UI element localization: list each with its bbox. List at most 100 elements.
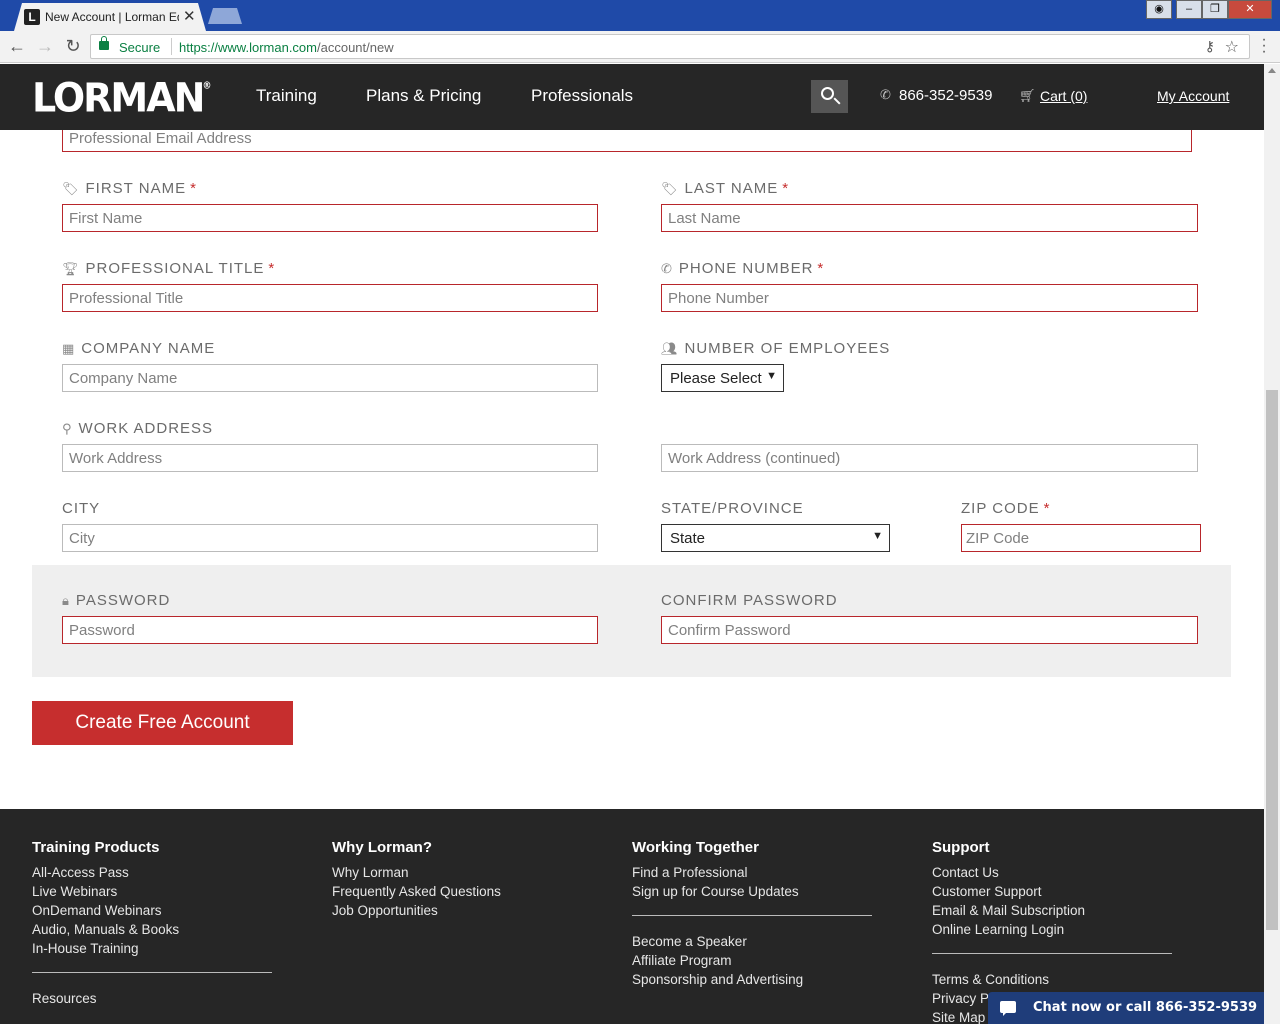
page-viewport: LORMAN ® Training Plans & Pricing Profess… xyxy=(0,64,1264,1024)
users-icon: 👥︎ xyxy=(661,341,679,356)
footer-link[interactable]: Affiliate Program xyxy=(632,951,872,970)
search-button[interactable] xyxy=(811,80,848,113)
footer-link[interactable]: Frequently Asked Questions xyxy=(332,882,501,901)
password-label: 🔒︎ Password xyxy=(62,592,170,609)
required-mark: * xyxy=(268,260,276,277)
chat-widget[interactable]: Chat now or call 866-352-9539 xyxy=(988,992,1264,1024)
reload-icon[interactable]: ↻ xyxy=(62,36,84,57)
footer-link[interactable]: In-House Training xyxy=(32,939,272,958)
required-mark: * xyxy=(817,260,825,277)
cart-icon: 🛒︎ xyxy=(1019,88,1036,103)
scroll-thumb[interactable] xyxy=(1266,390,1278,930)
last-name-label-text: Last Name xyxy=(684,180,779,197)
zip-code-input[interactable] xyxy=(961,524,1201,552)
url-origin: https://www.lorman.com xyxy=(179,40,317,55)
footer-link[interactable]: Audio, Manuals & Books xyxy=(32,920,272,939)
footer-heading: Training Products xyxy=(32,839,160,856)
header-phone[interactable]: 866-352-9539 xyxy=(899,87,992,104)
footer-link[interactable]: Online Learning Login xyxy=(932,920,1172,939)
page-scrollbar[interactable] xyxy=(1264,64,1280,1024)
browser-tab[interactable]: L New Account | Lorman Education Service… xyxy=(14,3,206,31)
footer-link[interactable]: All-Access Pass xyxy=(32,863,272,882)
phone-number-input[interactable] xyxy=(661,284,1198,312)
last-name-input[interactable] xyxy=(661,204,1198,232)
footer-link[interactable]: Job Opportunities xyxy=(332,901,501,920)
footer-link[interactable]: Resources xyxy=(32,989,272,1008)
chevron-down-icon: ▼ xyxy=(766,370,777,382)
footer-link[interactable]: Sign up for Course Updates xyxy=(632,882,872,901)
zip-code-label-text: ZIP Code xyxy=(961,500,1040,517)
cart-link[interactable]: Cart (0) xyxy=(1040,88,1087,104)
key-icon[interactable]: ⚷ xyxy=(1205,38,1215,55)
minimize-icon[interactable]: – xyxy=(1176,0,1202,19)
city-label: City xyxy=(62,500,101,517)
nav-professionals[interactable]: Professionals xyxy=(531,86,633,106)
scroll-up-icon[interactable] xyxy=(1268,68,1276,73)
footer-link[interactable]: OnDemand Webinars xyxy=(32,901,272,920)
footer-heading: Support xyxy=(932,839,990,856)
confirm-password-input[interactable] xyxy=(661,616,1198,644)
restore-icon[interactable]: ❐ xyxy=(1202,0,1228,19)
tab-title: New Account | Lorman Education Services xyxy=(45,10,179,24)
tab-close-icon[interactable]: ✕ xyxy=(183,7,196,25)
lorman-logo[interactable]: LORMAN ® xyxy=(32,74,211,122)
bookmark-star-icon[interactable]: ☆ xyxy=(1225,37,1239,57)
zip-code-label: ZIP Code * xyxy=(961,500,1050,517)
first-name-label: 🏷︎ First Name * xyxy=(62,180,197,197)
phone-icon: ✆ xyxy=(661,261,673,276)
company-name-input[interactable] xyxy=(62,364,598,392)
state-select[interactable]: State ▼ xyxy=(661,524,890,552)
forward-icon[interactable]: → xyxy=(34,36,56,57)
footer-link[interactable]: Sponsorship and Advertising xyxy=(632,970,872,989)
footer-link[interactable]: Live Webinars xyxy=(32,882,272,901)
footer-link[interactable]: Contact Us xyxy=(932,863,1172,882)
window-close-icon[interactable]: ✕ xyxy=(1228,0,1272,19)
footer-link[interactable]: Terms & Conditions xyxy=(932,970,1172,989)
work-address-input[interactable] xyxy=(62,444,598,472)
footer-link[interactable]: Find a Professional xyxy=(632,863,872,882)
my-account-link[interactable]: My Account xyxy=(1157,88,1229,104)
footer-col-working: Working Together Find a Professional Sig… xyxy=(632,839,872,989)
footer-col-why: Why Lorman? Why Lorman Frequently Asked … xyxy=(332,839,501,920)
work-address-continued-input[interactable] xyxy=(661,444,1198,472)
company-name-label-text: Company Name xyxy=(81,340,216,357)
nav-training[interactable]: Training xyxy=(256,86,317,106)
create-account-button[interactable]: Create Free Account xyxy=(32,701,293,745)
footer-link[interactable]: Email & Mail Subscription xyxy=(932,901,1172,920)
nav-plans-pricing[interactable]: Plans & Pricing xyxy=(366,86,481,106)
footer-divider xyxy=(32,972,272,973)
new-tab-button[interactable] xyxy=(208,8,242,24)
user-profile-icon[interactable]: ◉ xyxy=(1146,0,1172,19)
address-bar[interactable]: Secure https://www.lorman.com/account/ne… xyxy=(90,34,1250,59)
search-icon-handle xyxy=(833,97,841,105)
browser-menu-icon[interactable]: · · · xyxy=(1258,32,1270,60)
footer-heading: Why Lorman? xyxy=(332,839,432,856)
browser-titlebar: L New Account | Lorman Education Service… xyxy=(0,0,1280,31)
work-address-label-text: Work Address xyxy=(78,420,214,437)
professional-title-input[interactable] xyxy=(62,284,598,312)
footer-link[interactable]: Customer Support xyxy=(932,882,1172,901)
city-input[interactable] xyxy=(62,524,598,552)
phone-icon: ✆ xyxy=(880,87,891,102)
password-input[interactable] xyxy=(62,616,598,644)
footer-link[interactable]: Why Lorman xyxy=(332,863,501,882)
chat-bubble-icon xyxy=(1000,1001,1016,1016)
password-label-text: Password xyxy=(75,592,171,609)
secure-lock-icon xyxy=(99,36,109,50)
url-text[interactable]: https://www.lorman.com/account/new xyxy=(179,40,394,55)
professional-title-label-text: Professional Title xyxy=(85,260,265,277)
back-icon[interactable]: ← xyxy=(6,36,28,57)
first-name-input[interactable] xyxy=(62,204,598,232)
employees-select[interactable]: Please Select ▼ xyxy=(661,364,784,392)
required-mark: * xyxy=(782,180,790,197)
tab-favicon: L xyxy=(24,9,40,25)
site-header: LORMAN ® Training Plans & Pricing Profess… xyxy=(0,64,1264,130)
url-separator xyxy=(171,38,172,55)
footer-divider xyxy=(932,953,1172,954)
footer-link[interactable]: Become a Speaker xyxy=(632,932,872,951)
footer-col-training: Training Products All-Access Pass Live W… xyxy=(32,839,272,1008)
tag-icon: 🏷︎ xyxy=(62,181,80,196)
company-name-label: ▦ Company Name xyxy=(62,340,215,357)
logo-text: LORMAN xyxy=(32,74,205,122)
tag-icon: 🏷︎ xyxy=(661,181,679,196)
